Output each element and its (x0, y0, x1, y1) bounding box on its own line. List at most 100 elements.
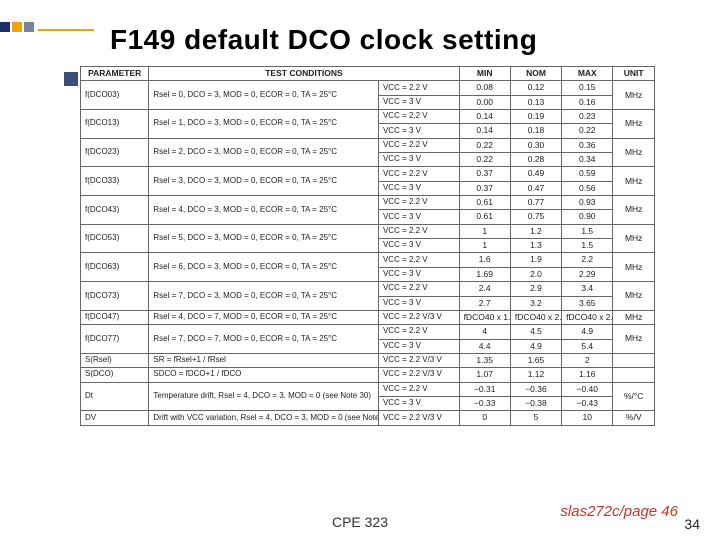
cell-param: Dt (81, 382, 149, 411)
cell-max: 1.5 (562, 224, 613, 238)
table-row: f(DCO33)Rsel = 3, DCO = 3, MOD = 0, ECOR… (81, 167, 655, 181)
cell-max: 2.29 (562, 267, 613, 281)
cell-max: 0.16 (562, 95, 613, 109)
cell-nom: 4.5 (510, 325, 561, 339)
cell-unit: %/V (613, 411, 655, 425)
cell-vcc: VCC = 2.2 V (378, 138, 459, 152)
cell-min: 0.08 (459, 81, 510, 95)
cell-max: 0.15 (562, 81, 613, 95)
cell-max: 1.5 (562, 239, 613, 253)
cell-vcc: VCC = 2.2 V/3 V (378, 353, 459, 367)
cell-unit: MHz (613, 310, 655, 324)
cell-min: 4.4 (459, 339, 510, 353)
cell-nom: 1.65 (510, 353, 561, 367)
cell-nom: −0.36 (510, 382, 561, 396)
cell-nom: fDCO40 x 2.1 (510, 310, 561, 324)
cell-param: S(DCO) (81, 368, 149, 382)
table-row: DtTemperature drift, Rsel = 4, DCO = 3, … (81, 382, 655, 396)
cell-vcc: VCC = 2.2 V (378, 253, 459, 267)
cell-nom: 0.47 (510, 181, 561, 195)
cell-min: 0.37 (459, 181, 510, 195)
cell-vcc: VCC = 2.2 V/3 V (378, 368, 459, 382)
cell-vcc: VCC = 3 V (378, 296, 459, 310)
cell-max: 10 (562, 411, 613, 425)
cell-cond: Rsel = 2, DCO = 3, MOD = 0, ECOR = 0, TA… (149, 138, 379, 167)
cell-min: 0.61 (459, 210, 510, 224)
table-row: f(DCO77)Rsel = 7, DCO = 7, MOD = 0, ECOR… (81, 325, 655, 339)
accent-decor (0, 22, 94, 32)
accent-square (24, 22, 34, 32)
cell-max: 3.4 (562, 282, 613, 296)
cell-vcc: VCC = 3 V (378, 124, 459, 138)
cell-unit: %/°C (613, 382, 655, 411)
cell-unit: MHz (613, 196, 655, 225)
cell-cond: Rsel = 0, DCO = 3, MOD = 0, ECOR = 0, TA… (149, 81, 379, 110)
cell-vcc: VCC = 2.2 V (378, 325, 459, 339)
cell-max: 0.56 (562, 181, 613, 195)
table-row: DVDrift with VCC variation, Rsel = 4, DC… (81, 411, 655, 425)
cell-nom: 4.9 (510, 339, 561, 353)
cell-min: 0.14 (459, 110, 510, 124)
cell-param: f(DCO73) (81, 282, 149, 311)
th-conditions: TEST CONDITIONS (149, 67, 459, 81)
cell-param: f(DCO33) (81, 167, 149, 196)
cell-vcc: VCC = 2.2 V (378, 382, 459, 396)
th-min: MIN (459, 67, 510, 81)
cell-max: 0.59 (562, 167, 613, 181)
cell-cond: Drift with VCC variation, Rsel = 4, DCO … (149, 411, 379, 425)
cell-max: 0.90 (562, 210, 613, 224)
cell-nom: 1.2 (510, 224, 561, 238)
cell-cond: Rsel = 3, DCO = 3, MOD = 0, ECOR = 0, TA… (149, 167, 379, 196)
cell-vcc: VCC = 2.2 V (378, 196, 459, 210)
cell-unit: MHz (613, 110, 655, 139)
cell-max: 5.4 (562, 339, 613, 353)
cell-unit: MHz (613, 224, 655, 253)
cell-min: 0.14 (459, 124, 510, 138)
cell-max: 0.93 (562, 196, 613, 210)
cell-max: 1.16 (562, 368, 613, 382)
cell-min: −0.33 (459, 396, 510, 410)
cell-nom: 0.19 (510, 110, 561, 124)
cell-max: 0.23 (562, 110, 613, 124)
cell-unit: MHz (613, 253, 655, 282)
cell-max: 0.34 (562, 153, 613, 167)
cell-unit (613, 353, 655, 367)
cell-max: −0.40 (562, 382, 613, 396)
cell-nom: 2.0 (510, 267, 561, 281)
th-nom: NOM (510, 67, 561, 81)
cell-param: f(DCO03) (81, 81, 149, 110)
cell-nom: 1.9 (510, 253, 561, 267)
cell-min: 1 (459, 239, 510, 253)
table-row: f(DCO43)Rsel = 4, DCO = 3, MOD = 0, ECOR… (81, 196, 655, 210)
cell-vcc: VCC = 3 V (378, 396, 459, 410)
cell-min: 1.6 (459, 253, 510, 267)
cell-nom: 0.49 (510, 167, 561, 181)
cell-nom: 3.2 (510, 296, 561, 310)
cell-cond: SDCO = fDCO+1 / fDCO (149, 368, 379, 382)
cell-cond: Rsel = 1, DCO = 3, MOD = 0, ECOR = 0, TA… (149, 110, 379, 139)
cell-min: fDCO40 x 1.7 (459, 310, 510, 324)
cell-param: f(DCO13) (81, 110, 149, 139)
cell-vcc: VCC = 3 V (378, 95, 459, 109)
table-row: f(DCO73)Rsel = 7, DCO = 3, MOD = 0, ECOR… (81, 282, 655, 296)
cell-param: f(DCO77) (81, 325, 149, 354)
th-max: MAX (562, 67, 613, 81)
cell-vcc: VCC = 2.2 V (378, 282, 459, 296)
cell-max: fDCO40 x 2.5 (562, 310, 613, 324)
cell-unit (613, 368, 655, 382)
cell-min: 0.00 (459, 95, 510, 109)
cell-param: f(DCO43) (81, 196, 149, 225)
cell-vcc: VCC = 3 V (378, 267, 459, 281)
cell-vcc: VCC = 2.2 V (378, 81, 459, 95)
cell-min: 2.4 (459, 282, 510, 296)
cell-vcc: VCC = 3 V (378, 153, 459, 167)
accent-line (38, 29, 94, 31)
cell-nom: 0.28 (510, 153, 561, 167)
cell-vcc: VCC = 2.2 V (378, 110, 459, 124)
page-number: 34 (684, 516, 700, 532)
cell-nom: 0.12 (510, 81, 561, 95)
cell-min: 0.22 (459, 138, 510, 152)
cell-vcc: VCC = 3 V (378, 210, 459, 224)
cell-max: 2 (562, 353, 613, 367)
cell-nom: 1.3 (510, 239, 561, 253)
